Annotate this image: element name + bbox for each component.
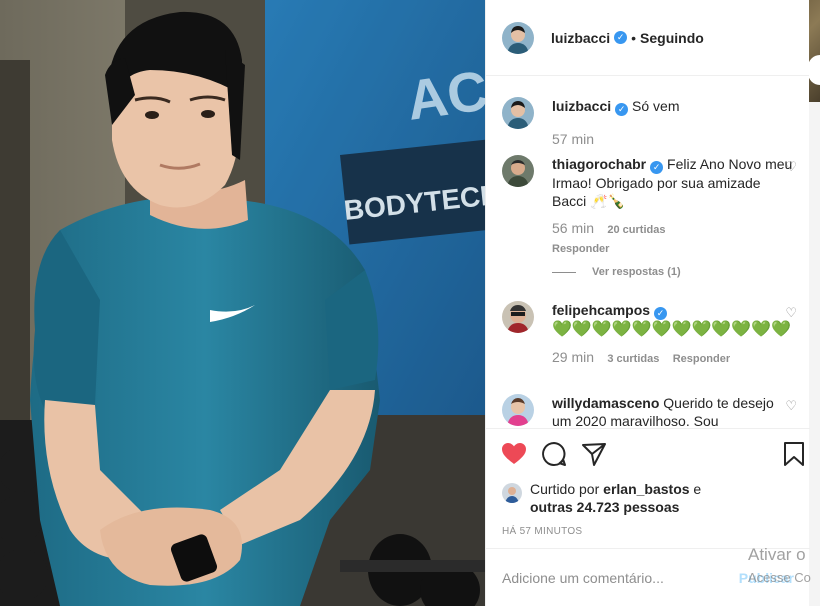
comment-likes[interactable]: 3 curtidas <box>607 353 659 365</box>
post-actions <box>486 428 810 478</box>
comment-icon[interactable] <box>540 440 568 468</box>
windows-activation-watermark: Ativar o Acesse Co <box>748 543 811 589</box>
separator-dot: • <box>631 29 637 46</box>
comments-list[interactable]: luizbacci ✓ Só vem 57 min thiagorochabr ✓ … <box>486 77 810 428</box>
comment-input[interactable] <box>502 569 752 586</box>
avatar-illustration <box>502 155 534 187</box>
avatar-illustration <box>502 301 534 333</box>
author-avatar[interactable] <box>502 21 534 54</box>
commenter-avatar[interactable] <box>502 155 534 187</box>
reply-button[interactable]: Responder <box>552 243 609 255</box>
avatar-illustration <box>502 21 534 54</box>
comment-username[interactable]: felipehcampos <box>552 302 650 318</box>
following-button[interactable]: Seguindo <box>640 30 704 46</box>
verified-badge-icon: ✓ <box>615 103 629 116</box>
avatar-illustration <box>502 97 534 129</box>
verified-badge-icon: ✓ <box>654 307 668 320</box>
comment-username[interactable]: willydamasceno <box>552 395 659 411</box>
view-replies-label: Ver respostas (1) <box>592 266 681 278</box>
author-username[interactable]: luizbacci <box>551 30 610 46</box>
caption-time[interactable]: 57 min <box>552 131 594 147</box>
replies-line <box>552 271 576 273</box>
comment-text: 💚💚💚💚💚💚💚💚💚💚💚💚 <box>552 321 792 338</box>
comment-username[interactable]: thiagorochabr <box>552 156 646 172</box>
photo-illustration: ACES BODYTECH.COM <box>0 0 485 606</box>
view-replies-button[interactable]: Ver respostas (1) <box>552 266 797 278</box>
caption-avatar[interactable] <box>502 97 534 129</box>
likes-others-link[interactable]: outras 24.723 pessoas <box>530 499 679 515</box>
liker-avatar[interactable] <box>502 483 522 503</box>
commenter-avatar[interactable] <box>502 394 534 426</box>
verified-badge-icon: ✓ <box>614 31 628 44</box>
likes-text: Curtido por erlan_bastos e outras 24.723… <box>530 480 701 516</box>
comment-time[interactable]: 56 min <box>552 220 594 236</box>
caption: luizbacci ✓ Só vem 57 min <box>502 97 797 149</box>
comment-time[interactable]: 29 min <box>552 349 594 365</box>
bookmark-icon[interactable] <box>780 440 808 468</box>
post-header: luizbacci ✓ • Seguindo <box>486 0 809 76</box>
likes-prefix: Curtido por <box>530 481 600 497</box>
like-comment-heart-icon[interactable]: ♡ <box>785 305 797 321</box>
instagram-post-viewer: ACES BODYTECH.COM luizbacci ✓ • Seguindo… <box>0 0 820 606</box>
caption-text: Só vem <box>632 98 680 114</box>
caption-username[interactable]: luizbacci <box>552 98 611 114</box>
avatar-illustration <box>502 394 534 426</box>
verified-badge-icon: ✓ <box>650 161 664 174</box>
caption-body: luizbacci ✓ Só vem 57 min <box>552 97 797 149</box>
commenter-avatar[interactable] <box>502 301 534 333</box>
like-comment-heart-icon[interactable]: ♡ <box>785 398 797 414</box>
comment-meta: 56 min 20 curtidas Responder <box>552 219 797 258</box>
caption-meta: 57 min <box>552 130 797 149</box>
share-icon[interactable] <box>580 440 608 468</box>
watermark-line1: Ativar o <box>748 545 806 564</box>
reply-button[interactable]: Responder <box>673 353 730 365</box>
likes-summary: Curtido por erlan_bastos e outras 24.723… <box>502 480 701 516</box>
comment-body: thiagorochabr ✓ Feliz Ano Novo meu Irmao!… <box>552 155 797 258</box>
liker-username[interactable]: erlan_bastos <box>603 481 689 497</box>
likes-connector: e <box>693 481 702 497</box>
comment-item: felipehcampos ✓ 💚💚💚💚💚💚💚💚💚💚💚💚 29 min 3 cur… <box>502 301 797 368</box>
watermark-line2: Acesse Co <box>748 570 811 585</box>
post-timestamp[interactable]: HÁ 57 MINUTOS <box>502 526 582 537</box>
comment-body: willydamasceno Querido te desejo um 2020… <box>552 394 797 428</box>
comment-item: willydamasceno Querido te desejo um 2020… <box>502 394 797 428</box>
post-photo[interactable]: ACES BODYTECH.COM <box>0 0 485 606</box>
comment-item: thiagorochabr ✓ Feliz Ano Novo meu Irmao!… <box>502 155 797 278</box>
avatar-illustration <box>502 483 522 503</box>
comment-likes[interactable]: 20 curtidas <box>607 224 665 236</box>
comment-body: felipehcampos ✓ 💚💚💚💚💚💚💚💚💚💚💚💚 29 min 3 cur… <box>552 301 797 368</box>
like-comment-heart-icon[interactable]: ♡ <box>785 159 797 175</box>
comment-meta: 29 min 3 curtidas Responder <box>552 348 797 368</box>
post-side-panel: luizbacci ✓ • Seguindo luizbacci ✓ Só vem… <box>485 0 810 606</box>
heart-icon[interactable] <box>500 440 528 468</box>
